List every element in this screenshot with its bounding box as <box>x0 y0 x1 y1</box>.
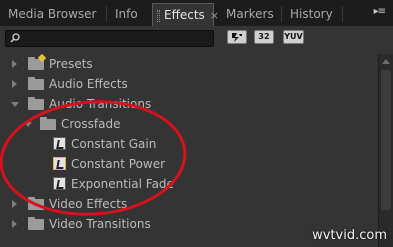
tree-item-exponential-fade[interactable]: Exponential Fade <box>0 174 378 194</box>
tree-item-audio-transitions[interactable]: Audio Transitions <box>0 94 378 114</box>
default-transition-effect-icon <box>53 157 66 170</box>
tab-history[interactable]: History <box>282 3 342 26</box>
tree-item-label: Presets <box>49 57 93 71</box>
tree-item-label: Audio Transitions <box>49 97 152 111</box>
tab-label: Info <box>115 7 138 21</box>
tree-item-video-effects[interactable]: Video Effects <box>0 194 378 214</box>
scrollbar-thumb[interactable] <box>381 70 391 210</box>
tree-item-label: Constant Gain <box>71 137 157 151</box>
effects-panel: 32 YUV Presets Audio Effects Audio Trans… <box>0 26 393 247</box>
effects-tree: Presets Audio Effects Audio Transitions … <box>0 54 378 247</box>
tree-item-constant-gain[interactable]: Constant Gain <box>0 134 378 154</box>
panel-tab-bar: Media Browser Info Effects × Markers Hist… <box>0 0 393 26</box>
folder-icon <box>28 197 44 210</box>
tab-label: Effects <box>164 8 205 22</box>
transition-effect-icon <box>53 137 66 150</box>
folder-icon <box>28 97 44 110</box>
folder-icon <box>40 117 56 130</box>
tree-item-label: Exponential Fade <box>71 177 174 191</box>
search-icon <box>10 33 20 43</box>
chevron-right-icon[interactable] <box>12 220 17 228</box>
tree-item-label: Video Effects <box>49 197 128 211</box>
tab-media-browser[interactable]: Media Browser <box>0 3 106 26</box>
32-bit-filter-button[interactable]: 32 <box>254 30 274 44</box>
tab-label: Media Browser <box>8 7 97 21</box>
tree-item-audio-effects[interactable]: Audio Effects <box>0 74 378 94</box>
transition-effect-icon <box>53 177 66 190</box>
search-input[interactable] <box>22 31 212 46</box>
presets-folder-icon <box>28 57 44 70</box>
vertical-scrollbar[interactable] <box>378 54 393 247</box>
tree-item-label: Video Transitions <box>49 217 151 231</box>
tab-info[interactable]: Info <box>107 3 151 26</box>
tab-effects[interactable]: Effects × <box>152 3 219 26</box>
chevron-right-icon[interactable] <box>12 80 17 88</box>
yuv-filter-button[interactable]: YUV <box>283 30 304 44</box>
chevron-down-icon[interactable] <box>11 102 19 107</box>
chevron-right-icon[interactable] <box>12 200 17 208</box>
tree-item-crossfade[interactable]: Crossfade <box>0 114 378 134</box>
folder-icon <box>28 77 44 90</box>
tree-item-label: Audio Effects <box>49 77 128 91</box>
tab-label: Markers <box>226 7 274 21</box>
tree-item-label: Crossfade <box>61 117 121 131</box>
tab-divider <box>342 6 343 22</box>
accelerated-effects-filter-button[interactable] <box>227 30 247 44</box>
tab-grip-icon[interactable] <box>157 9 160 22</box>
scroll-up-arrow-icon[interactable] <box>382 59 390 64</box>
chevron-down-icon[interactable] <box>24 122 32 127</box>
folder-icon <box>28 217 44 230</box>
tab-markers[interactable]: Markers <box>218 3 281 26</box>
tree-item-label: Constant Power <box>71 157 166 171</box>
tree-item-constant-power[interactable]: Constant Power <box>0 154 378 174</box>
watermark: wvtvid.com <box>312 228 387 243</box>
chevron-right-icon[interactable] <box>12 60 17 68</box>
panel-menu-icon[interactable]: ▸≡ <box>374 6 386 17</box>
accelerated-effects-icon <box>232 33 242 42</box>
tab-label: History <box>290 7 333 21</box>
search-field[interactable] <box>5 30 214 47</box>
tree-item-presets[interactable]: Presets <box>0 54 378 74</box>
